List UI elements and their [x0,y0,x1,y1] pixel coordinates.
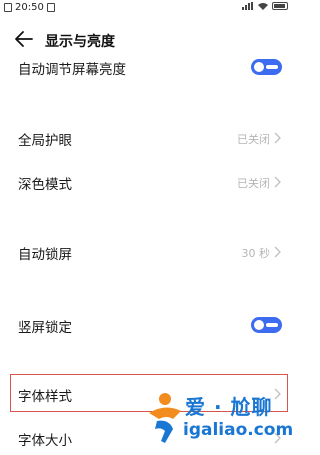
setting-label: 全局护眼 [18,133,72,149]
setting-label: 深色模式 [18,177,72,193]
setting-value: 30 秒 [241,247,271,260]
toggle-on-indicator [266,323,278,327]
setting-value: 已关闭 [237,133,270,146]
setting-eye-protection[interactable]: 全局护眼 已关闭 [0,126,294,150]
status-left: 20:50 [4,2,55,13]
setting-label: 竖屏锁定 [18,320,72,336]
watermark-cn-text: 爱 · 尬聊 [185,395,273,419]
setting-label: 自动调节屏幕亮度 [18,62,126,78]
file-icon [4,3,12,12]
setting-portrait-lock[interactable]: 竖屏锁定 [0,313,294,337]
status-time: 20:50 [15,2,44,13]
toggle-knob [254,320,264,330]
setting-label: 自动锁屏 [18,247,72,263]
toggle-knob [254,62,264,72]
setting-auto-brightness[interactable]: 自动调节屏幕亮度 [0,56,294,78]
chevron-right-icon [274,176,281,188]
arrow-left-icon[interactable] [14,30,34,48]
notification-icon [46,3,55,12]
portrait-lock-toggle[interactable] [251,317,282,333]
setting-label: 字体样式 [18,389,72,405]
setting-label: 字体大小 [18,433,72,449]
signal-icon [242,2,253,10]
watermark: 爱 · 尬聊 igaliao.com [143,385,293,455]
page-title: 显示与亮度 [45,34,115,50]
page-header: 显示与亮度 [0,26,294,52]
watermark-logo-icon [149,393,181,443]
setting-dark-mode[interactable]: 深色模式 已关闭 [0,170,294,194]
chevron-right-icon [274,246,281,258]
watermark-en-text: igaliao.com [183,420,294,440]
toggle-on-indicator [266,65,278,69]
wifi-icon [258,3,268,10]
status-bar: 20:50 [0,0,294,16]
chevron-right-icon [274,132,281,144]
auto-brightness-toggle[interactable] [251,59,282,75]
status-right [242,2,288,10]
setting-value: 已关闭 [237,177,270,190]
battery-icon [272,2,288,10]
setting-auto-lock[interactable]: 自动锁屏 30 秒 [0,240,294,264]
